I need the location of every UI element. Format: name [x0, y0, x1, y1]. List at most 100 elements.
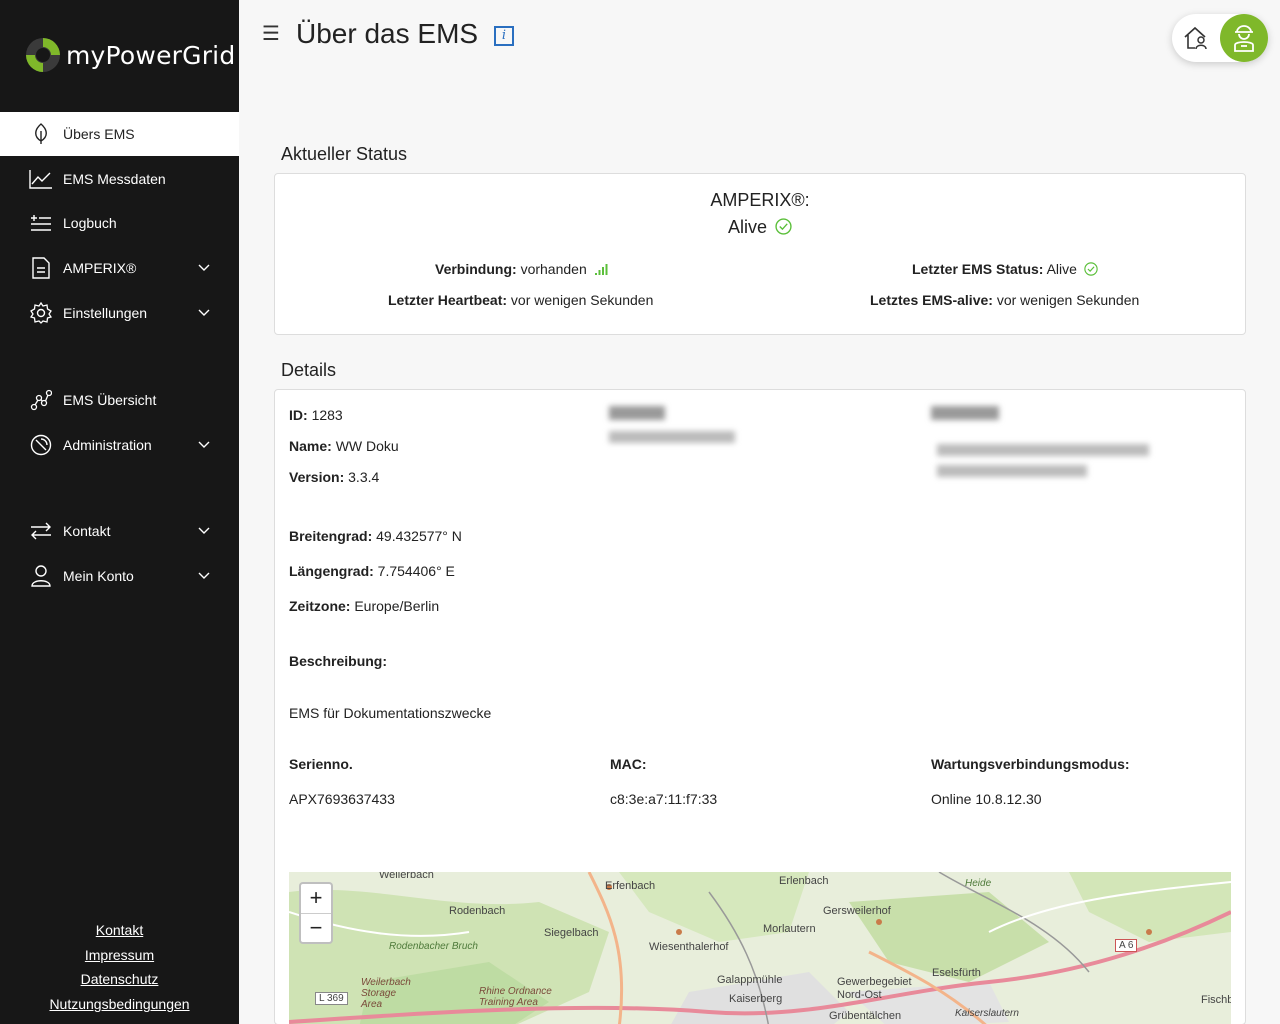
detail-latitude: Breitengrad: 49.432577° N: [289, 528, 462, 544]
app-name: myPowerGrid: [66, 40, 236, 70]
detail-longitude: Längengrad: 7.754406° E: [289, 563, 455, 579]
map-label: Eselsfürth: [932, 967, 981, 979]
nav-item-ems-uebersicht[interactable]: EMS Übersicht: [0, 378, 239, 422]
nav-item-uebers-ems[interactable]: Übers EMS: [0, 112, 239, 156]
nav-label: Mein Konto: [63, 568, 134, 584]
swap-arrows-icon: [29, 519, 53, 543]
chevron-down-icon: [198, 527, 210, 534]
detail-timezone: Zeitzone: Europe/Berlin: [289, 598, 439, 614]
document-icon: [29, 256, 53, 280]
detail-label: Wartungsverbindungsmodus:: [931, 756, 1130, 772]
nav-item-logbuch[interactable]: Logbuch: [0, 201, 239, 245]
map-label: Weilerbach Storage Area: [361, 977, 411, 1010]
footer-link-impressum[interactable]: Impressum: [0, 945, 239, 970]
nav-item-einstellungen[interactable]: Einstellungen: [0, 291, 239, 335]
map-label: Galappmühle: [717, 974, 783, 986]
heartbeat-value: vor wenigen Sekunden: [510, 292, 654, 308]
chevron-down-icon: [198, 264, 210, 271]
heartbeat-label: Letzter Heartbeat:: [388, 292, 508, 308]
redacted-block: [609, 406, 665, 420]
nav-label: Einstellungen: [63, 305, 148, 321]
redacted-block: [931, 406, 999, 420]
connection-label: Verbindung:: [435, 261, 517, 277]
role-switcher: [1172, 14, 1268, 62]
nav-item-mein-konto[interactable]: Mein Konto: [0, 554, 239, 598]
detail-value: Europe/Berlin: [354, 598, 440, 614]
page-title: Über das EMS: [296, 18, 479, 49]
device-state-text: Alive: [727, 217, 767, 237]
detail-label: MAC:: [610, 756, 647, 772]
ems-status-label: Letzter EMS Status:: [912, 261, 1044, 277]
detail-maintenance-label: Wartungsverbindungsmodus:: [931, 756, 1130, 772]
details-section-title: Details: [281, 360, 337, 380]
footer-links: Kontakt Impressum Datenschutz Nutzungsbe…: [0, 920, 239, 1019]
detail-label: ID:: [289, 407, 308, 423]
nav-label: Administration: [63, 437, 152, 453]
detail-label: Serienno.: [289, 756, 353, 772]
detail-label: Version:: [289, 469, 345, 485]
ems-alive-status: Letztes EMS-alive: vor wenigen Sekunden: [870, 292, 1139, 308]
nav-item-kontext[interactable]: Kontakt: [0, 509, 239, 553]
gear-icon: [29, 301, 53, 325]
map-label: Morlautern: [763, 923, 816, 935]
check-circle-icon: [1084, 262, 1098, 276]
chevron-down-icon: [198, 309, 210, 316]
footer-link-nutzungsbedingungen[interactable]: Nutzungsbedingungen: [0, 994, 239, 1019]
map-label: Gewerbegebiet Nord-Ost: [837, 976, 912, 1001]
logo[interactable]: myPowerGrid: [24, 36, 235, 74]
nav-label: Übers EMS: [63, 126, 135, 142]
map-label: Grübentälchen: [829, 1010, 902, 1022]
menu-toggle-icon[interactable]: ☰: [262, 24, 280, 44]
map-label: A 6: [1115, 939, 1138, 952]
detail-serial-label: Serienno.: [289, 756, 353, 772]
nav-label: EMS Übersicht: [63, 392, 157, 408]
nav-label: EMS Messdaten: [63, 171, 166, 187]
connection-value: vorhanden: [520, 261, 587, 277]
detail-value: WW Doku: [335, 438, 399, 454]
map-label: Weilerbach: [379, 872, 434, 881]
network-nodes-icon: [29, 388, 53, 412]
zoom-in-button[interactable]: +: [301, 884, 331, 913]
map-label: L 369: [315, 992, 348, 1005]
heartbeat-status: Letzter Heartbeat: vor wenigen Sekunden: [388, 292, 653, 308]
admin-icon: [29, 433, 53, 457]
detail-id: ID: 1283: [289, 407, 343, 423]
map-label: Fischb: [1201, 994, 1231, 1006]
detail-value: 7.754406° E: [377, 563, 455, 579]
signal-bars-icon: [594, 264, 608, 275]
list-add-icon: [29, 211, 53, 235]
map-label: Erlenbach: [779, 875, 829, 887]
location-map[interactable]: Weilerbach Erfenbach Erlenbach Rodenbach…: [289, 872, 1231, 1024]
map-zoom-control: + −: [299, 882, 333, 944]
device-name: AMPERIX®:: [710, 190, 810, 210]
logo-icon: [26, 38, 60, 72]
details-card: ID: 1283 Name: WW Doku Version: 3.3.4 Br…: [274, 389, 1246, 1024]
map-label: Rodenbach: [449, 905, 506, 917]
check-circle-icon: [775, 218, 792, 235]
map-label: Siegelbach: [544, 927, 599, 939]
connection-status: Verbindung: vorhanden: [435, 261, 608, 277]
ems-alive-label: Letztes EMS-alive:: [870, 292, 993, 308]
chevron-down-icon: [198, 441, 210, 448]
user-icon: [29, 564, 53, 588]
technician-icon[interactable]: [1220, 14, 1268, 62]
chevron-down-icon: [198, 572, 210, 579]
zoom-out-button[interactable]: −: [301, 913, 331, 942]
status-card: AMPERIX®: Alive Verbindung: vorhanden Le…: [274, 173, 1246, 335]
map-label: Heide: [965, 878, 992, 889]
detail-maintenance-value: Online 10.8.12.30: [931, 791, 1042, 807]
map-label: Wiesenthalerhof: [649, 941, 729, 953]
nav-item-ems-messdaten[interactable]: EMS Messdaten: [0, 157, 239, 201]
footer-link-kontakt[interactable]: Kontakt: [0, 920, 239, 945]
leaf-icon: [29, 122, 53, 146]
footer-link-datenschutz[interactable]: Datenschutz: [0, 969, 239, 994]
nav-item-administration[interactable]: Administration: [0, 423, 239, 467]
house-user-icon[interactable]: [1182, 24, 1210, 52]
detail-label: Name:: [289, 438, 332, 454]
redacted-block: [937, 444, 1149, 456]
detail-description-label: Beschreibung:: [289, 653, 387, 669]
map-label: Rodenbacher Bruch: [389, 941, 478, 952]
info-icon[interactable]: i: [494, 26, 514, 46]
nav-item-amperix[interactable]: AMPERIX®: [0, 246, 239, 290]
detail-value: 1283: [311, 407, 343, 423]
